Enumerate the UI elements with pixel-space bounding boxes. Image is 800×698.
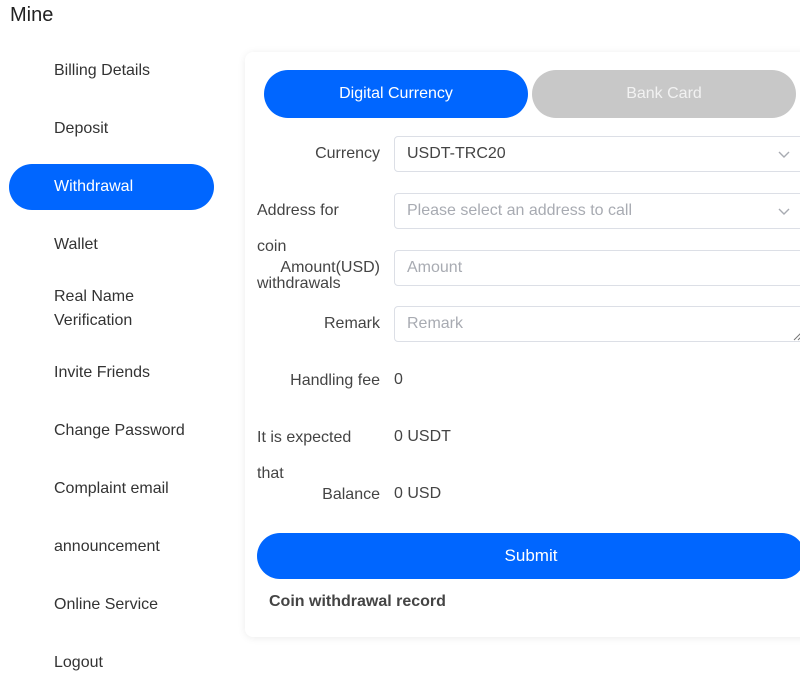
amount-row: Amount(USD) withdrawals Amount <box>245 250 800 292</box>
sidebar: Billing Details Deposit Withdrawal Walle… <box>9 48 214 698</box>
address-select[interactable]: Please select an address to call <box>394 193 800 229</box>
sidebar-item-wallet[interactable]: Wallet <box>9 222 214 268</box>
expected-label-line1: It is expected <box>257 429 352 446</box>
currency-select-value: USDT-TRC20 <box>407 145 506 162</box>
withdrawal-card: Digital Currency Bank Card Currency USDT… <box>245 52 800 637</box>
balance-label: Balance <box>322 486 380 503</box>
remark-placeholder: Remark <box>407 315 464 332</box>
sidebar-item-online-service[interactable]: Online Service <box>9 582 214 628</box>
submit-button[interactable]: Submit <box>257 533 800 579</box>
address-label-line1: Address for <box>257 202 339 219</box>
sidebar-item-withdrawal[interactable]: Withdrawal <box>9 164 214 210</box>
address-select-placeholder: Please select an address to call <box>407 202 633 219</box>
sidebar-item-real-name-verification[interactable]: Real Name Verification <box>9 280 214 338</box>
resize-handle-icon[interactable] <box>791 329 800 341</box>
chevron-down-icon <box>778 151 790 158</box>
balance-row: Balance 0 USD <box>245 485 800 505</box>
sidebar-item-logout[interactable]: Logout <box>9 640 214 686</box>
expected-row: It is expected that 0 USDT <box>245 428 800 488</box>
sidebar-item-change-password[interactable]: Change Password <box>9 408 214 454</box>
currency-select[interactable]: USDT-TRC20 <box>394 136 800 172</box>
chevron-down-icon <box>778 208 790 215</box>
tab-bank-card[interactable]: Bank Card <box>532 70 796 118</box>
sidebar-item-invite-friends[interactable]: Invite Friends <box>9 350 214 396</box>
amount-placeholder: Amount <box>407 259 463 276</box>
sidebar-item-announcement[interactable]: announcement <box>9 524 214 570</box>
sidebar-item-label: Real Name Verification <box>54 288 135 329</box>
tab-digital-currency[interactable]: Digital Currency <box>264 70 528 118</box>
expected-label-line2: that <box>257 465 284 482</box>
remark-row: Remark Remark <box>245 306 800 342</box>
amount-input[interactable]: Amount <box>394 250 800 286</box>
fee-label: Handling fee <box>290 372 380 389</box>
sidebar-item-complaint-email[interactable]: Complaint email <box>9 466 214 512</box>
currency-row: Currency USDT-TRC20 <box>245 136 800 172</box>
currency-tabs: Digital Currency Bank Card <box>264 70 796 118</box>
sidebar-item-billing-details[interactable]: Billing Details <box>9 48 214 94</box>
withdrawal-record-link[interactable]: Coin withdrawal record <box>269 593 446 611</box>
expected-value: 0 USDT <box>394 428 451 445</box>
page-title: Mine <box>10 4 54 26</box>
remark-textarea[interactable]: Remark <box>394 306 800 342</box>
fee-value: 0 <box>394 371 403 388</box>
remark-label: Remark <box>323 315 380 332</box>
fee-row: Handling fee 0 <box>245 371 800 391</box>
balance-value: 0 USD <box>394 485 442 502</box>
address-label-line3: withdrawals <box>257 275 341 292</box>
sidebar-item-deposit[interactable]: Deposit <box>9 106 214 152</box>
currency-label: Currency <box>315 145 380 162</box>
